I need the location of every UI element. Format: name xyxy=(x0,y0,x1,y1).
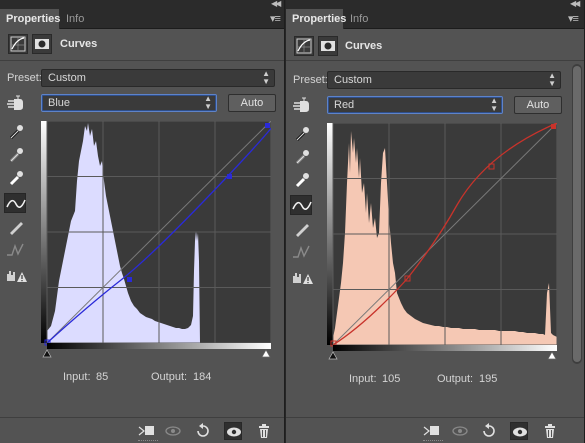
smooth-curve-icon[interactable] xyxy=(5,240,27,260)
dropdown-arrows-icon: ▲ ▼ xyxy=(262,69,270,86)
preset-dropdown[interactable]: Custom ▲ ▼ xyxy=(41,69,275,87)
auto-button[interactable]: Auto xyxy=(514,96,562,114)
curves-graph[interactable] xyxy=(327,123,557,360)
black-point-eyedropper-icon[interactable] xyxy=(5,122,27,142)
black-point-eyedropper-icon[interactable] xyxy=(291,124,313,144)
input-gradient-bar xyxy=(47,343,271,349)
output-value: 184 xyxy=(193,371,212,383)
panel-top-strip xyxy=(286,0,584,9)
input-label: Input: xyxy=(349,373,377,385)
output-gradient-bar xyxy=(41,121,47,343)
toggle-visibility-icon[interactable] xyxy=(510,422,528,440)
clipping-warning-icon[interactable] xyxy=(5,265,27,285)
tab-properties[interactable]: Properties xyxy=(286,9,346,29)
pencil-tool-icon[interactable] xyxy=(291,219,313,239)
preset-value: Custom xyxy=(48,72,86,84)
layer-mask-icon[interactable] xyxy=(318,36,338,56)
tab-info[interactable]: Info xyxy=(344,9,380,29)
on-image-adjust-icon[interactable] xyxy=(5,94,27,114)
input-gradient-bar xyxy=(333,345,557,351)
gray-point-eyedropper-icon[interactable] xyxy=(291,147,313,167)
white-input-slider[interactable] xyxy=(261,349,271,358)
panel-footer xyxy=(286,417,584,443)
black-input-slider[interactable] xyxy=(42,349,52,358)
output-gradient-bar xyxy=(327,123,333,345)
curves-graph[interactable] xyxy=(41,121,271,358)
channel-dropdown[interactable]: Red ▲ ▼ xyxy=(327,96,503,114)
channel-dropdown[interactable]: Blue ▲ ▼ xyxy=(41,94,217,112)
adjustment-header: Curves xyxy=(0,29,284,61)
clip-to-layer-icon[interactable] xyxy=(137,422,155,440)
view-previous-state-icon[interactable] xyxy=(164,422,182,440)
preset-label: Preset: xyxy=(293,74,328,86)
preset-label: Preset: xyxy=(7,72,42,84)
adjustment-title: Curves xyxy=(60,38,98,50)
panel-menu-icon[interactable]: ▾≡ xyxy=(568,12,579,25)
white-point-eyedropper-icon[interactable] xyxy=(291,170,313,190)
dropdown-arrows-icon: ▲ ▼ xyxy=(490,96,498,113)
collapse-panel-icon[interactable]: ◀◀ xyxy=(570,0,580,8)
clip-to-layer-icon[interactable] xyxy=(422,422,440,440)
curve-point-selected[interactable] xyxy=(127,277,132,282)
panel-menu-icon[interactable]: ▾≡ xyxy=(270,12,281,25)
panel-top-strip xyxy=(0,0,284,9)
clipping-warning-icon[interactable] xyxy=(291,267,313,287)
reset-icon[interactable] xyxy=(194,422,212,440)
gray-point-eyedropper-icon[interactable] xyxy=(5,145,27,165)
layer-mask-icon[interactable] xyxy=(32,34,52,54)
toggle-visibility-icon[interactable] xyxy=(224,422,242,440)
scrollbar-thumb[interactable] xyxy=(573,66,581,362)
panel-scrollbar[interactable] xyxy=(572,64,582,364)
dropdown-arrows-icon: ▲ ▼ xyxy=(204,94,212,111)
curve-point[interactable] xyxy=(551,124,556,129)
white-input-slider[interactable] xyxy=(547,351,557,360)
input-value: 85 xyxy=(96,371,109,383)
output-label: Output: xyxy=(437,373,474,385)
tab-info[interactable]: Info xyxy=(60,9,94,29)
preset-dropdown[interactable]: Custom ▲ ▼ xyxy=(327,71,561,89)
properties-panel-right: ◀◀ Properties Info ▾≡ Curves Preset: Cus… xyxy=(286,0,585,443)
pencil-tool-icon[interactable] xyxy=(5,217,27,237)
smooth-curve-icon[interactable] xyxy=(291,242,313,262)
curve-points-tool-icon[interactable] xyxy=(290,195,312,215)
input-label: Input: xyxy=(63,371,91,383)
curve-point[interactable] xyxy=(227,174,232,179)
curve-points-tool-icon[interactable] xyxy=(4,193,26,213)
tab-bar: Properties Info xyxy=(286,9,584,29)
curves-adjustment-icon[interactable] xyxy=(294,36,314,56)
adjustment-header: Curves xyxy=(286,29,584,61)
dropdown-arrows-icon: ▲ ▼ xyxy=(548,71,556,88)
channel-value: Red xyxy=(334,99,355,111)
tab-properties[interactable]: Properties xyxy=(0,9,60,29)
delete-icon[interactable] xyxy=(541,422,559,440)
panel-footer xyxy=(0,417,284,443)
delete-icon[interactable] xyxy=(255,422,273,440)
properties-panel-left: ◀◀ Properties Info ▾≡ Curves Preset: Cus… xyxy=(0,0,285,443)
output-label: Output: xyxy=(151,371,188,383)
curves-adjustment-icon[interactable] xyxy=(8,34,28,54)
white-point-eyedropper-icon[interactable] xyxy=(5,168,27,188)
view-previous-state-icon[interactable] xyxy=(451,422,469,440)
black-input-slider[interactable] xyxy=(328,351,338,360)
curve-point[interactable] xyxy=(265,123,270,128)
preset-value: Custom xyxy=(334,74,372,86)
tab-bar: Properties Info xyxy=(0,9,284,29)
input-value: 105 xyxy=(382,373,401,385)
adjustment-title: Curves xyxy=(345,40,383,52)
on-image-adjust-icon[interactable] xyxy=(291,96,313,116)
collapse-panel-icon[interactable]: ◀◀ xyxy=(271,0,281,8)
auto-button[interactable]: Auto xyxy=(228,94,276,112)
reset-icon[interactable] xyxy=(480,422,498,440)
output-value: 195 xyxy=(479,373,498,385)
channel-value: Blue xyxy=(48,97,71,109)
